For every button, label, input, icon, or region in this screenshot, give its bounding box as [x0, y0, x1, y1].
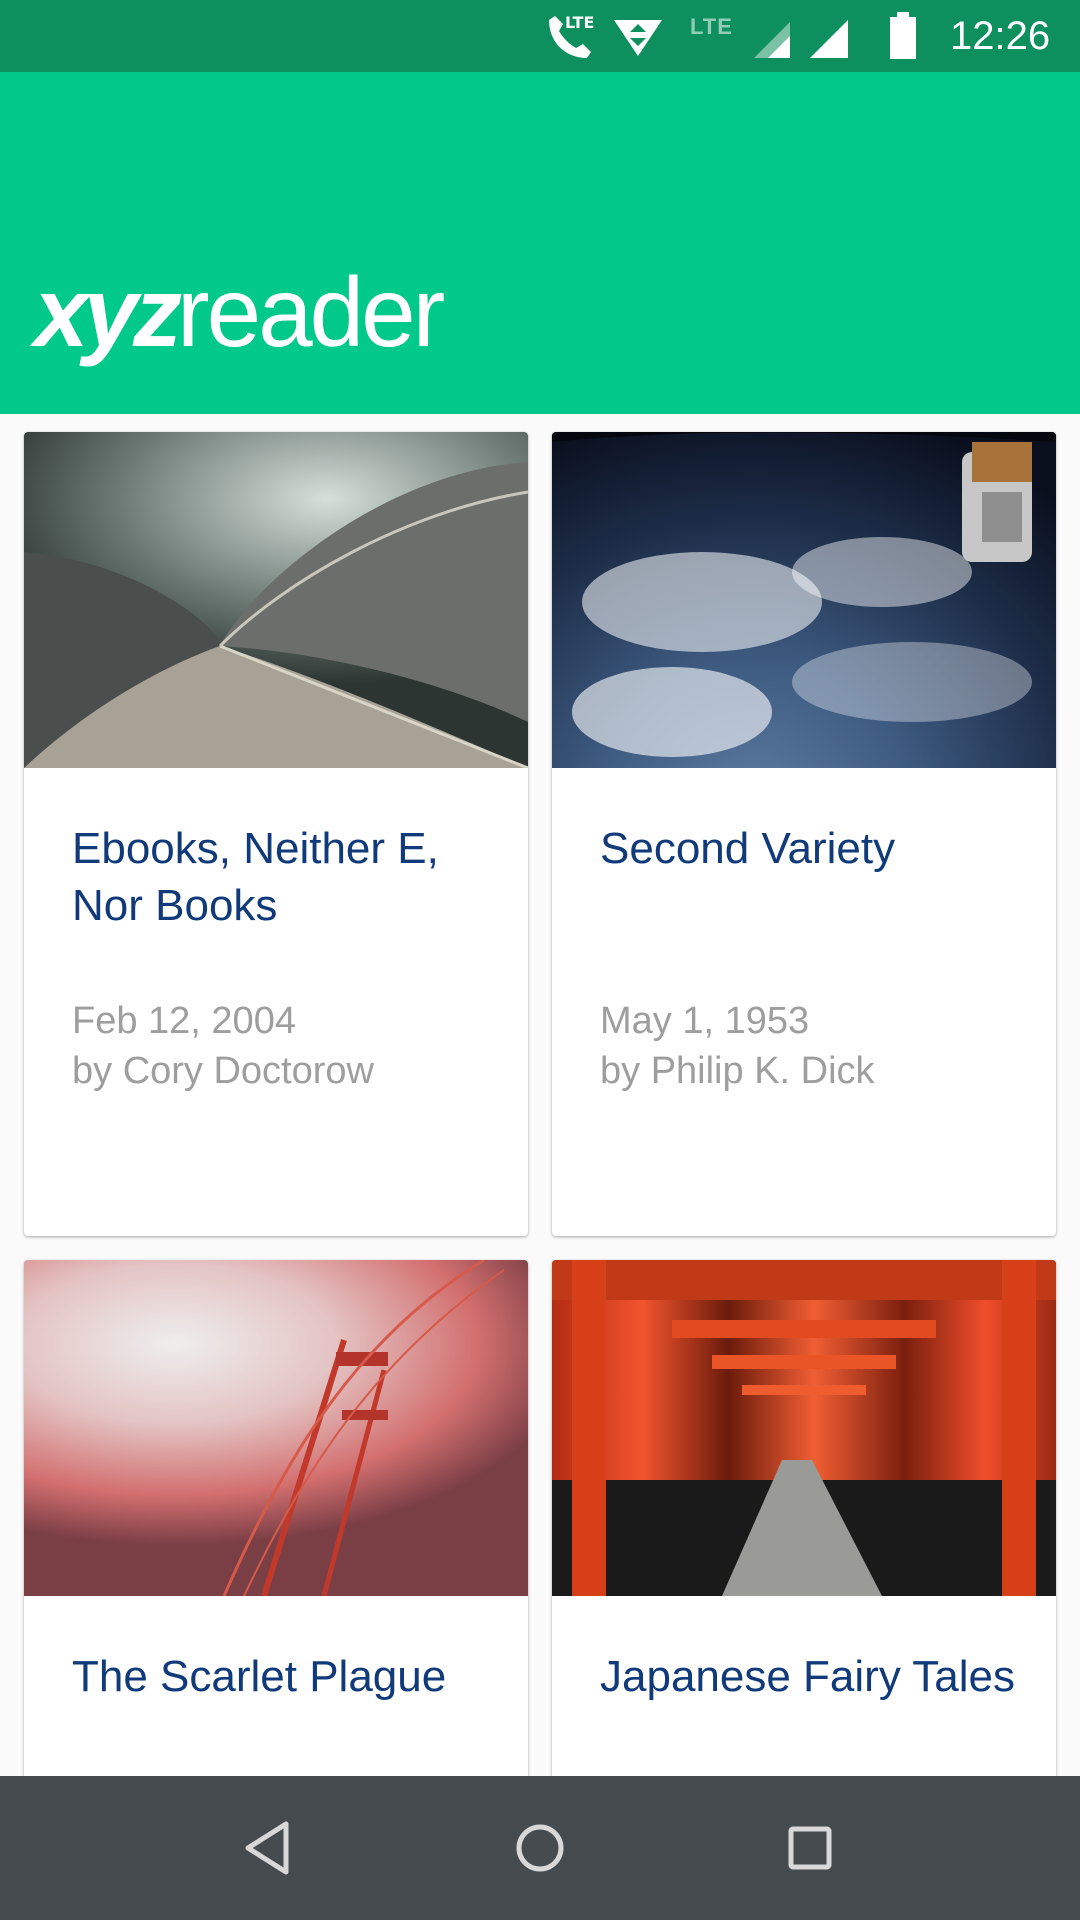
bridge-in-fog-image: [24, 1260, 528, 1597]
article-date: Feb 12, 2004: [72, 1000, 296, 1042]
back-icon[interactable]: [234, 1812, 306, 1884]
article-meta: Feb 12, 2004 by Cory Doctorow: [72, 996, 502, 1096]
article-meta: May 1, 1953 by Philip K. Dick: [600, 996, 1030, 1096]
status-time: 12:26: [950, 14, 1051, 58]
article-author: by Philip K. Dick: [600, 1050, 875, 1092]
signal-sim2-icon: [754, 22, 790, 58]
article-title: The Scarlet Plague: [72, 1652, 447, 1701]
opera-house-image: [24, 432, 528, 770]
torii-art: [552, 1260, 1056, 1596]
screen: LTE LTE 12:26 xyzreader Ebooks, Neither …: [0, 0, 1080, 1920]
secondary-lte-label: LTE: [690, 14, 733, 39]
earth-art: [552, 432, 1056, 757]
phone-lte-icon: LTE: [549, 13, 594, 58]
article-card[interactable]: Ebooks, Neither E, Nor Books Feb 12, 200…: [24, 432, 528, 1236]
battery-icon: [890, 12, 916, 59]
article-date: May 1, 1953: [600, 1000, 810, 1042]
logo-light-text: reader: [177, 257, 445, 367]
article-title: Ebooks, Neither E, Nor Books: [72, 824, 439, 930]
opera-house-art: [24, 462, 528, 770]
logo-bold-text: xyz: [34, 257, 182, 367]
lte-label: LTE: [565, 13, 594, 32]
article-card[interactable]: The Scarlet Plague: [24, 1260, 528, 1780]
recents-icon[interactable]: [774, 1812, 846, 1884]
article-card[interactable]: Second Variety May 1, 1953 by Philip K. …: [552, 432, 1056, 1236]
app-logo: xyzreader: [34, 257, 445, 367]
torii-gates-image: [552, 1260, 1056, 1596]
app-bar: xyzreader: [0, 72, 1080, 414]
bridge-art: [222, 1260, 505, 1597]
article-title: Japanese Fairy Tales: [600, 1652, 1015, 1701]
earth-from-space-image: [552, 432, 1056, 768]
navigation-bar: [0, 1776, 1080, 1920]
home-icon[interactable]: [504, 1812, 576, 1884]
article-author: by Cory Doctorow: [72, 1050, 374, 1092]
data-direction-icon: [614, 20, 662, 56]
article-title: Second Variety: [600, 824, 896, 873]
status-bar: LTE LTE 12:26: [0, 0, 1080, 72]
signal-sim1-icon: [810, 20, 848, 58]
article-card[interactable]: Japanese Fairy Tales: [552, 1260, 1056, 1780]
